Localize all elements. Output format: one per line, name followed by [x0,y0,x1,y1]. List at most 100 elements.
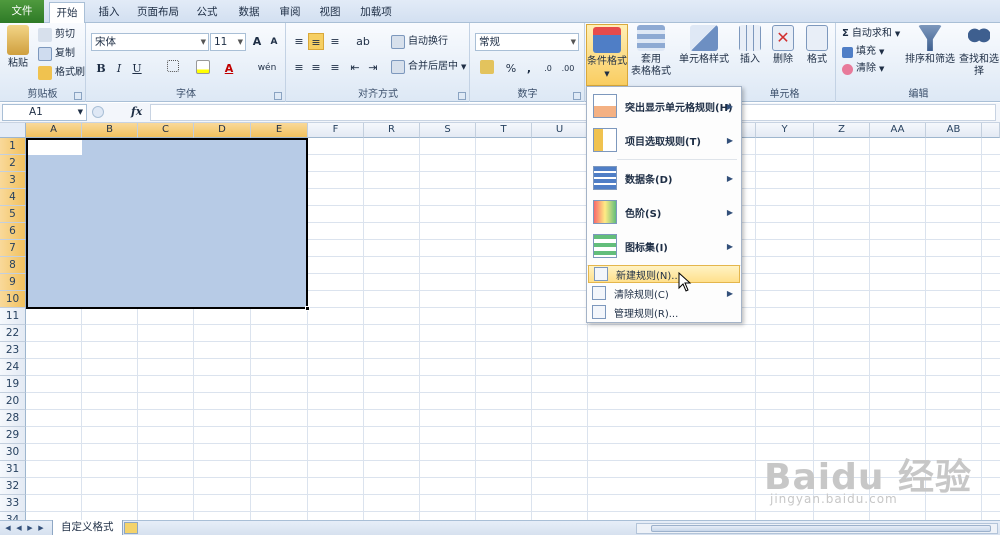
active-cell[interactable] [28,140,82,155]
clear-button[interactable]: 清除 ▼ [842,60,884,78]
formula-input[interactable] [150,104,996,121]
find-select-button[interactable]: 查找和选择 [956,25,1000,78]
row-header[interactable]: 1 [0,138,26,155]
row-header[interactable]: 33 [0,495,26,512]
row-header[interactable]: 11 [0,308,26,325]
underline-button[interactable]: U [129,60,145,77]
copy-button[interactable]: 复制 [38,45,75,63]
merge-center-button[interactable]: 合并后居中 ▼ [391,58,466,76]
column-header[interactable]: F [308,123,364,138]
expand-namebox-icon[interactable] [92,106,104,118]
tab-review[interactable]: 审阅 [275,2,305,23]
column-header[interactable] [982,123,1000,138]
tab-home[interactable]: 开始 [49,2,85,24]
next-sheet-icon[interactable]: ▶ [25,523,35,533]
cut-button[interactable]: 剪切 [38,26,75,44]
insert-cells-button[interactable]: 插入 [736,25,764,66]
row-header[interactable]: 4 [0,189,26,206]
percent-button[interactable]: % [503,60,519,77]
column-header[interactable]: S [420,123,476,138]
align-right-icon[interactable]: ≡ [327,59,343,76]
row-header[interactable]: 5 [0,206,26,223]
tab-formulas[interactable]: 公式 [192,2,222,23]
row-header[interactable]: 8 [0,257,26,274]
orientation-icon[interactable]: ab [353,33,373,50]
italic-button[interactable]: I [111,60,127,77]
fill-color-button[interactable] [195,60,211,77]
format-cells-button[interactable]: 格式 [802,25,832,66]
row-header[interactable]: 30 [0,444,26,461]
conditional-formatting-button[interactable]: 条件格式 ▼ [586,24,628,86]
row-header[interactable]: 24 [0,359,26,376]
grow-font-button[interactable]: A [249,33,265,50]
row-header[interactable]: 29 [0,427,26,444]
align-middle-icon[interactable]: ≡ [308,33,324,50]
format-as-table-button[interactable]: 套用 表格格式 [630,25,672,78]
column-header[interactable]: E [251,123,308,138]
row-header[interactable]: 3 [0,172,26,189]
sort-filter-button[interactable]: 排序和筛选 [905,25,955,66]
row-header[interactable]: 22 [0,325,26,342]
column-header[interactable]: AB [926,123,982,138]
insert-function-button[interactable]: fx [131,105,142,118]
scrollbar-thumb[interactable] [651,525,991,532]
align-top-icon[interactable]: ≡ [291,33,307,50]
align-bottom-icon[interactable]: ≡ [327,33,343,50]
alignment-launcher[interactable] [458,92,466,100]
align-left-icon[interactable]: ≡ [291,59,307,76]
row-header[interactable]: 9 [0,274,26,291]
row-header[interactable]: 10 [0,291,26,308]
font-launcher[interactable] [274,92,282,100]
menu-item-data-bars[interactable]: 数据条(D) ▶ [587,161,741,195]
prev-sheet-icon[interactable]: ◀ [14,523,24,533]
row-header[interactable]: 6 [0,223,26,240]
column-header[interactable]: C [138,123,194,138]
font-color-button[interactable]: A [221,60,237,77]
row-header[interactable]: 23 [0,342,26,359]
name-box[interactable]: A1 ▼ [2,104,87,121]
menu-item-highlight-rules[interactable]: 突出显示单元格规则(H) ▶ [587,89,741,123]
tab-data[interactable]: 数据 [234,2,264,23]
border-button[interactable] [165,60,181,77]
new-sheet-icon[interactable] [124,522,138,534]
fill-button[interactable]: 填充 ▼ [842,43,884,61]
row-header[interactable]: 28 [0,410,26,427]
column-header[interactable]: D [194,123,251,138]
tab-insert[interactable]: 插入 [94,2,124,23]
wrap-text-button[interactable]: 自动换行 [391,33,448,51]
format-painter-button[interactable]: 格式刷 [38,64,85,82]
menu-item-icon-sets[interactable]: 图标集(I) ▶ [587,229,741,263]
increase-indent-icon[interactable]: ⇥ [365,59,381,76]
tab-page-layout[interactable]: 页面布局 [134,2,182,23]
increase-decimal-icon[interactable]: .0 [539,60,557,77]
paste-button[interactable]: 粘贴 [3,25,33,70]
horizontal-scrollbar[interactable] [636,523,998,534]
delete-cells-button[interactable]: ✕ 删除 [768,25,798,66]
sheet-tab[interactable]: 自定义格式 [52,520,123,535]
shrink-font-button[interactable]: A [266,34,282,51]
currency-button[interactable] [477,60,497,77]
menu-item-clear-rules[interactable]: 清除规则(C) ▶ [587,284,741,302]
column-header[interactable]: AA [870,123,926,138]
column-header[interactable]: B [82,123,138,138]
row-header[interactable]: 34 [0,512,26,520]
bold-button[interactable]: B [93,60,109,77]
menu-item-new-rule[interactable]: 新建规则(N)... [588,265,740,283]
align-center-icon[interactable]: ≡ [308,59,324,76]
column-header[interactable]: R [364,123,420,138]
fill-handle[interactable] [305,306,310,311]
row-header[interactable]: 32 [0,478,26,495]
last-sheet-icon[interactable]: ▶ [36,523,46,533]
decrease-decimal-icon[interactable]: .00 [559,60,577,77]
comma-button[interactable]: , [521,60,537,77]
column-header[interactable]: A [26,123,82,138]
tab-file[interactable]: 文件 [0,0,44,23]
column-header[interactable]: T [476,123,532,138]
row-header[interactable]: 2 [0,155,26,172]
phonetic-button[interactable]: wén [255,60,279,77]
autosum-button[interactable]: Σ 自动求和 ▼ [842,25,900,43]
first-sheet-icon[interactable]: ◀ [3,523,13,533]
tab-addins[interactable]: 加载项 [356,2,396,23]
number-format-select[interactable]: 常规 ▼ [475,33,579,51]
tab-view[interactable]: 视图 [315,2,345,23]
